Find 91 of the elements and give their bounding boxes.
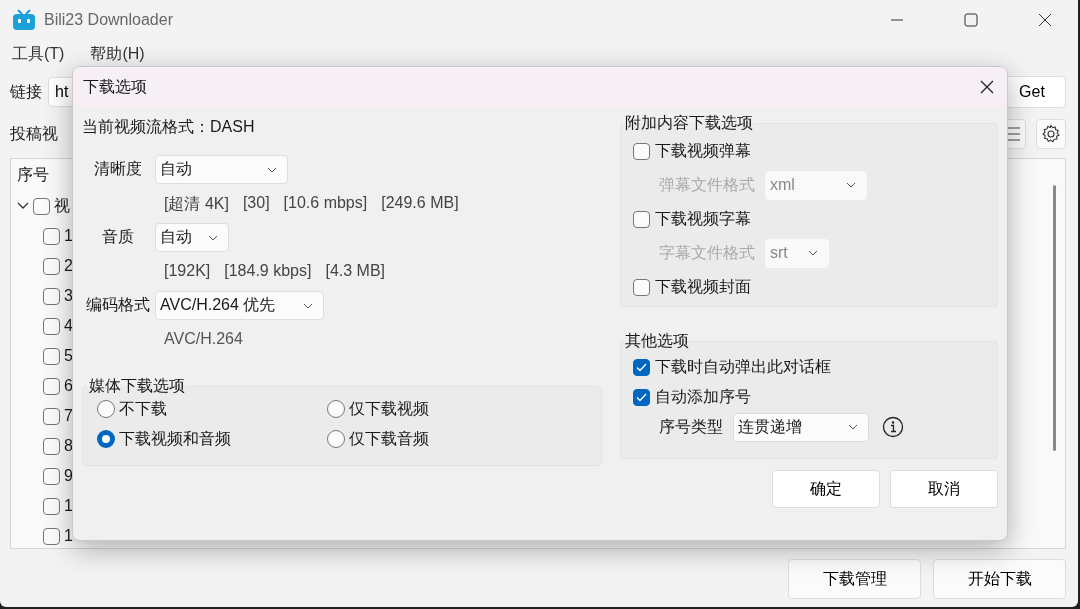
radio-button[interactable]	[97, 430, 115, 448]
maximize-icon[interactable]	[964, 13, 978, 27]
field-label: 弹幕文件格式	[659, 174, 755, 195]
radio-label[interactable]: 下载视频和音频	[119, 428, 231, 450]
caret-icon	[303, 302, 313, 309]
app-logo-icon	[12, 9, 36, 31]
checkbox-label[interactable]: 下载时自动弹出此对话框	[655, 356, 831, 378]
checkbox-label[interactable]: 下载视频字幕	[655, 208, 751, 230]
stream-info-text: [4.3 MB]	[325, 262, 385, 281]
action-button[interactable]: 下载管理	[788, 559, 921, 599]
checkbox-label[interactable]: 下载视频弹幕	[655, 140, 751, 162]
checkbox[interactable]	[43, 527, 60, 545]
tree-item-label[interactable]: 4	[64, 317, 73, 335]
checkbox[interactable]	[633, 388, 650, 406]
field-label: 清晰度	[92, 159, 143, 179]
checkbox[interactable]	[633, 210, 650, 228]
caret-icon	[848, 424, 858, 430]
checkbox[interactable]	[43, 317, 60, 335]
close-icon[interactable]	[1038, 13, 1052, 27]
action-button[interactable]: 开始下载	[933, 559, 1066, 599]
tree-item-label[interactable]: 1	[64, 527, 73, 545]
radio-label[interactable]: 不下载	[119, 398, 167, 420]
field-label: 编码格式	[84, 295, 151, 315]
column-header: 序号	[17, 164, 49, 185]
tree-item-label[interactable]: 7	[64, 407, 73, 425]
tree-item-label[interactable]: 1	[64, 227, 73, 245]
tree-item-label[interactable]: 3	[64, 287, 73, 305]
stream-info-text: [184.9 kbps]	[224, 262, 312, 281]
group-title: 其他选项	[624, 331, 690, 351]
radio-button[interactable]	[327, 430, 345, 448]
caret-icon	[846, 182, 856, 188]
dialog-title: 下载选项	[83, 76, 148, 97]
tree-item-label[interactable]: 9	[64, 467, 73, 485]
dialog-button[interactable]: 确定	[772, 470, 880, 508]
checkmark-icon	[636, 362, 647, 372]
checkbox[interactable]	[43, 497, 60, 515]
stream-info-text: [249.6 MB]	[381, 194, 459, 213]
stream-info-text: [超清 4K]	[164, 194, 229, 214]
dropdown[interactable]: 自动	[155, 223, 229, 252]
stream-info-text: AVC/H.264	[164, 330, 243, 349]
close-icon[interactable]	[980, 80, 994, 94]
radio-button[interactable]	[97, 400, 115, 418]
caret-icon	[267, 166, 277, 173]
radio-label[interactable]: 仅下载视频	[349, 398, 429, 420]
caret-icon	[808, 250, 818, 256]
menu-item[interactable]: 帮助(H)	[90, 43, 145, 65]
checkmark-icon	[636, 392, 647, 402]
checkbox-label[interactable]: 下载视频封面	[655, 276, 751, 298]
checkbox-label[interactable]: 自动添加序号	[655, 386, 751, 408]
menu-item[interactable]: 工具(T)	[12, 43, 65, 65]
dropdown[interactable]: 自动	[155, 155, 288, 184]
checkbox[interactable]	[43, 467, 60, 485]
expander-icon[interactable]	[17, 202, 29, 210]
checkbox[interactable]	[43, 347, 60, 365]
group-title: 附加内容下载选项	[624, 113, 754, 133]
caret-icon	[208, 234, 218, 241]
scrollbar[interactable]	[1053, 185, 1056, 451]
checkbox[interactable]	[633, 358, 650, 376]
checkbox[interactable]	[633, 278, 650, 296]
checkbox[interactable]	[43, 407, 60, 425]
dropdown[interactable]: 连贯递增	[733, 412, 869, 442]
checkbox[interactable]	[43, 227, 60, 245]
link-label: 链接	[10, 81, 42, 102]
stream-info-text: [192K]	[164, 262, 211, 281]
checkbox[interactable]	[43, 287, 60, 305]
checkbox[interactable]	[43, 377, 60, 395]
tree-item-label[interactable]: 2	[64, 257, 73, 275]
window-title: Bili23 Downloader	[44, 11, 174, 29]
checkbox[interactable]	[633, 142, 650, 160]
dialog-button[interactable]: 取消	[890, 470, 998, 508]
checkbox[interactable]	[43, 257, 60, 275]
tree-item-label[interactable]: 6	[64, 377, 73, 395]
field-label: 音质	[100, 227, 135, 247]
tree-item-label[interactable]: 8	[64, 437, 73, 455]
radio-label[interactable]: 仅下载音频	[349, 428, 429, 450]
checkbox[interactable]	[33, 197, 50, 215]
info-icon[interactable]	[882, 416, 904, 438]
field-label: 字幕文件格式	[659, 242, 755, 263]
settings-icon[interactable]	[1036, 119, 1066, 149]
tree-item-label[interactable]: 5	[64, 347, 73, 365]
field-label: 序号类型	[659, 416, 723, 437]
tree-item-label[interactable]: 视	[54, 195, 70, 217]
section-label: 投稿视	[10, 123, 58, 144]
stream-format-text: 当前视频流格式：DASH	[82, 117, 256, 137]
checkbox[interactable]	[43, 437, 60, 455]
dropdown[interactable]: AVC/H.264 优先	[155, 291, 324, 320]
stream-info-text: [30]	[242, 194, 270, 213]
tree-item-label[interactable]: 1	[64, 497, 73, 515]
group-title: 媒体下载选项	[88, 376, 186, 396]
stream-info-text: [10.6 mbps]	[283, 194, 368, 213]
radio-button[interactable]	[327, 400, 345, 418]
